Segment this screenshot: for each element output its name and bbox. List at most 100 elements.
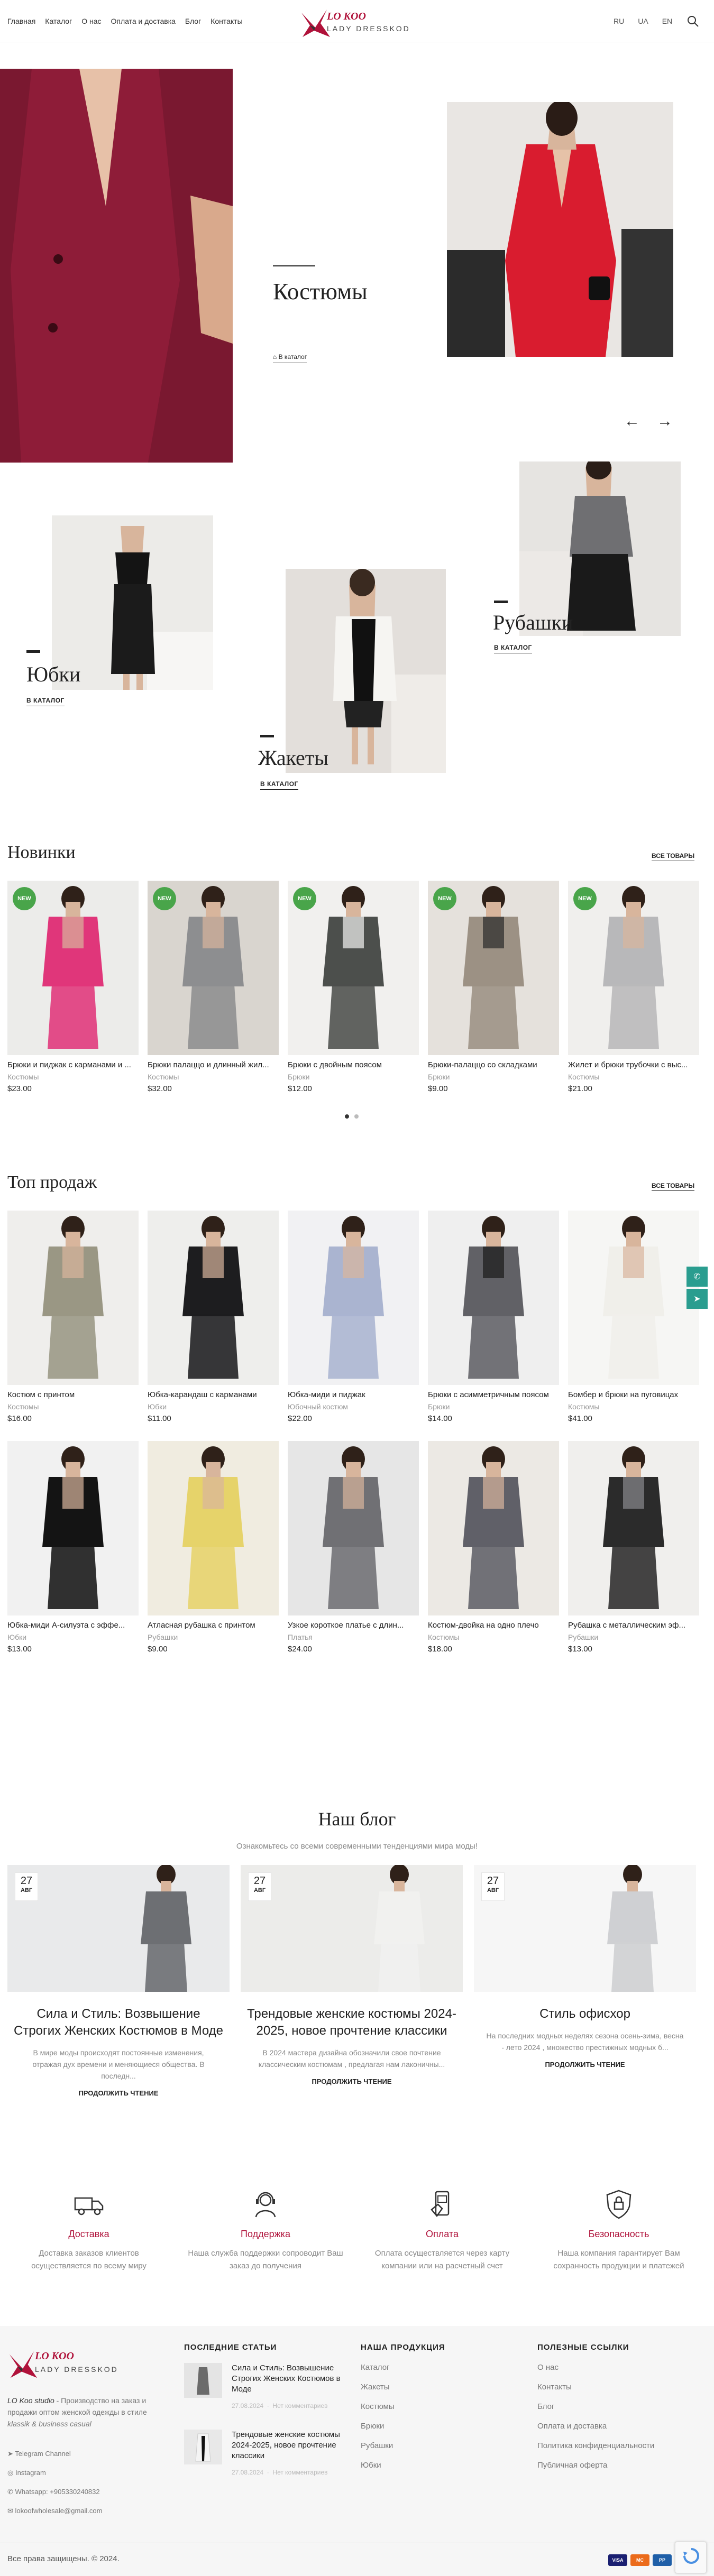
- read-more-link[interactable]: ПРОДОЛЖИТЬ ЧТЕНИЕ: [241, 2078, 463, 2085]
- product-image[interactable]: NEW: [7, 881, 139, 1055]
- category-link-jackets[interactable]: В КАТАЛОГ: [260, 780, 298, 790]
- arrow-left-icon[interactable]: ←: [624, 412, 640, 430]
- product-card[interactable]: NEW Брюки палаццо и длинный жил... Костюмы…: [148, 881, 279, 1093]
- phone-icon[interactable]: ✆: [686, 1267, 708, 1287]
- product-name[interactable]: Костюм-двойка на одно плечо: [428, 1621, 559, 1630]
- blog-post-title[interactable]: Стиль офисхор: [474, 2006, 696, 2023]
- footer-useful-link[interactable]: О нас: [537, 2363, 559, 2372]
- read-more-link[interactable]: ПРОДОЛЖИТЬ ЧТЕНИЕ: [474, 2061, 696, 2069]
- nav-about[interactable]: О нас: [81, 17, 101, 25]
- category-link-shirts[interactable]: В КАТАЛОГ: [494, 644, 532, 653]
- product-card[interactable]: Узкое короткое платье с длин... Платья $24…: [288, 1441, 419, 1654]
- product-name[interactable]: Юбка-миди А-силуэта с эффе...: [7, 1621, 139, 1630]
- product-image[interactable]: NEW: [148, 881, 279, 1055]
- nav-payment-delivery[interactable]: Оплата и доставка: [111, 17, 176, 25]
- lang-ru[interactable]: RU: [614, 17, 624, 25]
- category-link-skirts[interactable]: В КАТАЛОГ: [26, 697, 65, 706]
- footer-product-link[interactable]: Костюмы: [361, 2402, 395, 2411]
- footer-recent-thumb[interactable]: [184, 2430, 222, 2464]
- product-name[interactable]: Брюки с асимметричным поясом: [428, 1390, 559, 1399]
- category-image-jackets[interactable]: [286, 569, 446, 773]
- product-card[interactable]: Костюм с принтом Костюмы $16.00: [7, 1211, 139, 1423]
- top-all-products-link[interactable]: ВСЕ ТОВАРЫ: [652, 1182, 695, 1191]
- product-image[interactable]: [288, 1441, 419, 1615]
- product-image[interactable]: [7, 1441, 139, 1615]
- footer-useful-link[interactable]: Оплата и доставка: [537, 2422, 607, 2431]
- product-name[interactable]: Атласная рубашка с принтом: [148, 1621, 279, 1630]
- product-name[interactable]: Бомбер и брюки на пуговицах: [568, 1390, 699, 1399]
- footer-recent-title[interactable]: Трендовые женские костюмы 2024-2025, нов…: [232, 2430, 353, 2461]
- site-logo[interactable]: LO KOO LADY DRESSKOD: [299, 3, 410, 40]
- product-image[interactable]: [148, 1211, 279, 1385]
- product-image[interactable]: [568, 1211, 699, 1385]
- product-card[interactable]: Бомбер и брюки на пуговицах Костюмы $41.00: [568, 1211, 699, 1423]
- blog-image[interactable]: 27 АВГ: [7, 1865, 230, 1992]
- footer-email[interactable]: ✉ lokoofwholesale@gmail.com: [7, 2507, 102, 2515]
- footer-product-link[interactable]: Жакеты: [361, 2383, 390, 2392]
- telegram-icon[interactable]: ➤: [686, 1289, 708, 1309]
- nav-blog[interactable]: Блог: [185, 17, 201, 25]
- product-image[interactable]: [568, 1441, 699, 1615]
- blog-image[interactable]: 27 АВГ: [474, 1865, 696, 1992]
- product-name[interactable]: Брюки-палаццо со складками: [428, 1060, 559, 1069]
- blog-card[interactable]: 27 АВГ Стиль офисхор На последних модных не…: [474, 1865, 696, 2069]
- product-name[interactable]: Брюки и пиджак с карманами и ...: [7, 1060, 139, 1069]
- lang-ua[interactable]: UA: [638, 17, 648, 25]
- product-card[interactable]: Юбка-карандаш с карманами Юбки $11.00: [148, 1211, 279, 1423]
- product-name[interactable]: Брюки палаццо и длинный жил...: [148, 1060, 279, 1069]
- footer-useful-link[interactable]: Публичная оферта: [537, 2461, 607, 2470]
- product-image[interactable]: NEW: [288, 881, 419, 1055]
- recaptcha-badge[interactable]: [675, 2542, 707, 2573]
- product-card[interactable]: Брюки с асимметричным поясом Брюки $14.00: [428, 1211, 559, 1423]
- carousel-dot[interactable]: [354, 1114, 359, 1119]
- product-name[interactable]: Жилет и брюки трубочки с выс...: [568, 1060, 699, 1069]
- footer-whatsapp[interactable]: ✆ Whatsapp: +905330240832: [7, 2488, 100, 2496]
- product-card[interactable]: Атласная рубашка с принтом Рубашки $9.00: [148, 1441, 279, 1654]
- footer-product-link[interactable]: Брюки: [361, 2422, 384, 2431]
- footer-telegram[interactable]: ➤ Telegram Channel: [7, 2450, 71, 2458]
- product-name[interactable]: Брюки с двойным поясом: [288, 1060, 419, 1069]
- product-name[interactable]: Узкое короткое платье с длин...: [288, 1621, 419, 1630]
- footer-useful-link[interactable]: Контакты: [537, 2383, 572, 2392]
- hero-catalog-link[interactable]: ⌂ В каталог: [273, 353, 307, 363]
- nav-contacts[interactable]: Контакты: [210, 17, 242, 25]
- product-image[interactable]: NEW: [568, 881, 699, 1055]
- product-card[interactable]: NEW Брюки с двойным поясом Брюки $12.00: [288, 881, 419, 1093]
- blog-card[interactable]: 27 АВГ Сила и Стиль: Возвышение Строгих Же…: [7, 1865, 230, 2097]
- footer-useful-link[interactable]: Политика конфиденциальности: [537, 2441, 654, 2450]
- footer-recent-title[interactable]: Сила и Стиль: Возвышение Строгих Женских…: [232, 2363, 353, 2395]
- footer-logo[interactable]: LO KOO LADY DRESSKOD: [7, 2347, 124, 2384]
- product-name[interactable]: Рубашка с металлическим эф...: [568, 1621, 699, 1630]
- product-image[interactable]: [148, 1441, 279, 1615]
- product-card[interactable]: Юбка-миди А-силуэта с эффе... Юбки $13.00: [7, 1441, 139, 1654]
- nav-catalog[interactable]: Каталог: [45, 17, 72, 25]
- product-name[interactable]: Юбка-миди и пиджак: [288, 1390, 419, 1399]
- product-card[interactable]: Юбка-миди и пиджак Юбочный костюм $22.00: [288, 1211, 419, 1423]
- product-card[interactable]: Рубашка с металлическим эф... Рубашки $13.…: [568, 1441, 699, 1654]
- blog-card[interactable]: 27 АВГ Трендовые женские костюмы 2024-2025…: [241, 1865, 463, 2085]
- carousel-dot[interactable]: [345, 1114, 349, 1119]
- footer-useful-link[interactable]: Блог: [537, 2402, 554, 2411]
- product-image[interactable]: [7, 1211, 139, 1385]
- blog-image[interactable]: 27 АВГ: [241, 1865, 463, 1992]
- product-image[interactable]: [428, 1441, 559, 1615]
- product-card[interactable]: Костюм-двойка на одно плечо Костюмы $18.00: [428, 1441, 559, 1654]
- lang-en[interactable]: EN: [662, 17, 672, 25]
- footer-recent-thumb[interactable]: [184, 2363, 222, 2398]
- product-card[interactable]: NEW Брюки-палаццо со складками Брюки $9.00: [428, 881, 559, 1093]
- product-image[interactable]: [428, 1211, 559, 1385]
- footer-product-link[interactable]: Рубашки: [361, 2441, 393, 2450]
- footer-instagram[interactable]: ◎ Instagram: [7, 2469, 46, 2477]
- arrow-right-icon[interactable]: →: [657, 412, 673, 430]
- new-all-products-link[interactable]: ВСЕ ТОВАРЫ: [652, 852, 695, 861]
- product-name[interactable]: Костюм с принтом: [7, 1390, 139, 1399]
- product-image[interactable]: NEW: [428, 881, 559, 1055]
- blog-post-title[interactable]: Сила и Стиль: Возвышение Строгих Женских…: [7, 2006, 230, 2039]
- footer-product-link[interactable]: Юбки: [361, 2461, 381, 2470]
- product-card[interactable]: NEW Брюки и пиджак с карманами и ... Костю…: [7, 881, 139, 1093]
- product-image[interactable]: [288, 1211, 419, 1385]
- product-card[interactable]: NEW Жилет и брюки трубочки с выс... Костюм…: [568, 881, 699, 1093]
- nav-home[interactable]: Главная: [7, 17, 35, 25]
- blog-post-title[interactable]: Трендовые женские костюмы 2024-2025, нов…: [241, 2006, 463, 2039]
- read-more-link[interactable]: ПРОДОЛЖИТЬ ЧТЕНИЕ: [7, 2089, 230, 2097]
